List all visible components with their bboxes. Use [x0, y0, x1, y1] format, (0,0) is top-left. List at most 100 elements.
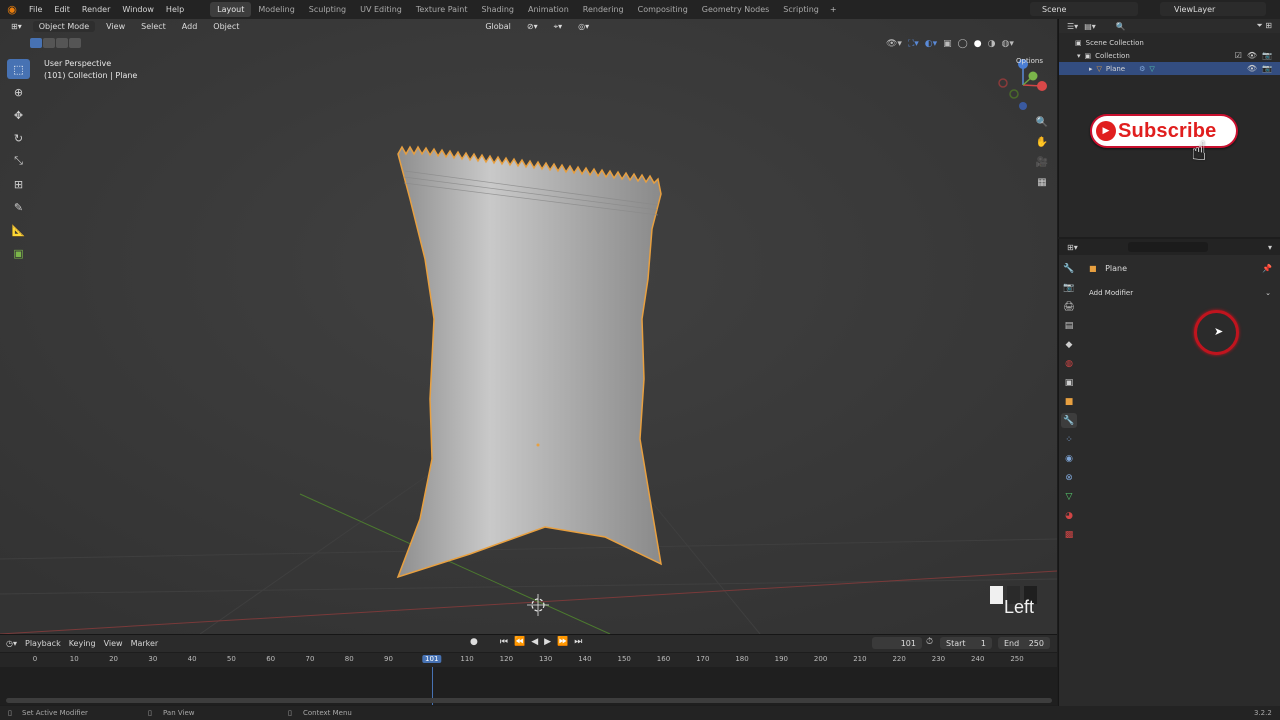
rotate-tool-icon[interactable]: ↻ — [7, 128, 30, 148]
add-workspace-icon[interactable]: + — [826, 5, 841, 14]
expand-arrow-icon[interactable]: ▸ — [1089, 65, 1093, 73]
tab-modeling[interactable]: Modeling — [251, 2, 301, 17]
rendered-shading-icon[interactable]: ◍▾ — [1001, 39, 1013, 49]
tab-texture-paint[interactable]: Texture Paint — [409, 2, 475, 17]
collapse-arrow-icon[interactable]: ▾ — [1077, 52, 1081, 60]
object-mode-dropdown[interactable]: Object Mode — [32, 21, 96, 32]
material-tab-icon[interactable]: ◕ — [1061, 508, 1077, 523]
outliner-row-collection[interactable]: ▾ ▣ Collection ☑ 👁 📷 — [1059, 49, 1280, 62]
collection-tab-icon[interactable]: ▣ — [1061, 375, 1077, 390]
next-keyframe-icon[interactable]: ⏩ — [557, 637, 568, 647]
timeline-ruler[interactable]: 0 10 20 30 40 50 60 70 80 90 101 110 120 130 140 150 160… — [0, 653, 1057, 667]
properties-options-icon[interactable]: ▾ — [1268, 243, 1280, 252]
prev-keyframe-icon[interactable]: ⏪ — [514, 637, 525, 647]
texture-tab-icon[interactable]: ▩ — [1061, 527, 1077, 542]
tab-rendering[interactable]: Rendering — [576, 2, 631, 17]
record-icon[interactable]: ● — [470, 637, 478, 647]
properties-editor-type-icon[interactable]: ⊞▾ — [1067, 243, 1078, 252]
select-new-icon[interactable] — [30, 38, 42, 48]
perspective-toggle-icon[interactable]: ▦ — [1034, 174, 1050, 190]
snap-icon[interactable]: ⌖▾ — [549, 21, 568, 33]
viewport-menu-object[interactable]: Object — [208, 21, 244, 32]
scale-tool-icon[interactable]: ⤡ — [7, 151, 30, 171]
zoom-icon[interactable]: 🔍 — [1034, 114, 1050, 130]
tool-tab-icon[interactable]: 🔧 — [1061, 261, 1077, 276]
play-reverse-icon[interactable]: ◀ — [531, 637, 538, 647]
xray-icon[interactable]: ▣ — [943, 39, 952, 49]
pan-hand-icon[interactable]: ✋ — [1034, 134, 1050, 150]
menu-file[interactable]: File — [23, 5, 48, 14]
world-tab-icon[interactable]: ◍ — [1061, 356, 1077, 371]
timeline-editor-type-icon[interactable]: ◷▾ — [6, 639, 17, 648]
subscribe-button[interactable]: ▶ Subscribe — [1090, 114, 1238, 148]
outliner-filter-icon[interactable]: ⏷ ⊞ — [1256, 21, 1280, 31]
hide-eye-icon[interactable]: 👁 — [1247, 51, 1257, 60]
editor-type-icon[interactable]: ⊞▾ — [6, 21, 27, 32]
select-subtract-icon[interactable] — [56, 38, 68, 48]
transform-orientation-dropdown[interactable]: Global — [480, 21, 516, 32]
particles-tab-icon[interactable]: ⁘ — [1061, 432, 1077, 447]
exclude-checkbox-icon[interactable]: ☑ — [1235, 51, 1242, 60]
add-cube-tool-icon[interactable]: ▣ — [7, 243, 30, 263]
menu-edit[interactable]: Edit — [48, 5, 76, 14]
gizmo-toggle-icon[interactable]: ⛶▾ — [908, 39, 919, 49]
jump-start-icon[interactable]: ⏮ — [500, 637, 508, 647]
timeline-menu-view[interactable]: View — [104, 639, 123, 648]
outliner-display-mode-icon[interactable]: ▤▾ — [1084, 22, 1096, 31]
menu-render[interactable]: Render — [76, 5, 116, 14]
material-shading-icon[interactable]: ◑ — [988, 39, 996, 49]
measure-tool-icon[interactable]: 📐 — [7, 220, 30, 240]
view-layer-tab-icon[interactable]: ▤ — [1061, 318, 1077, 333]
pin-icon[interactable]: 📌 — [1262, 264, 1272, 273]
stopwatch-icon[interactable]: ⏱ — [926, 637, 933, 647]
render-tab-icon[interactable]: 📷 — [1061, 280, 1077, 295]
tab-uv-editing[interactable]: UV Editing — [353, 2, 409, 17]
annotate-tool-icon[interactable]: ✎ — [7, 197, 30, 217]
tab-compositing[interactable]: Compositing — [631, 2, 695, 17]
properties-search-field[interactable] — [1127, 242, 1208, 252]
output-tab-icon[interactable]: 🖨 — [1061, 299, 1077, 314]
current-frame-field[interactable]: 101 — [872, 637, 922, 649]
outliner-search-icon[interactable]: 🔍 — [1116, 22, 1126, 31]
menu-window[interactable]: Window — [116, 5, 160, 14]
pivot-icon[interactable]: ⊘▾ — [522, 21, 543, 32]
wireframe-shading-icon[interactable]: ◯ — [958, 39, 968, 49]
tab-layout[interactable]: Layout — [210, 2, 252, 17]
options-dropdown[interactable]: Options — [1016, 57, 1043, 65]
plane-render-camera-icon[interactable]: 📷 — [1262, 64, 1272, 73]
timeline-menu-keying[interactable]: Keying — [69, 639, 96, 648]
camera-view-icon[interactable]: 🎥 — [1034, 154, 1050, 170]
select-intersect-icon[interactable] — [69, 38, 81, 48]
tab-shading[interactable]: Shading — [474, 2, 521, 17]
timeline-menu-marker[interactable]: Marker — [131, 639, 159, 648]
view-layer-selector[interactable]: ViewLayer — [1160, 2, 1266, 16]
select-box-tool-icon[interactable]: ⬚ — [7, 59, 30, 79]
viewport-menu-add[interactable]: Add — [177, 21, 203, 32]
constraints-tab-icon[interactable]: ⊗ — [1061, 470, 1077, 485]
proportional-edit-icon[interactable]: ◎▾ — [573, 21, 594, 32]
start-frame-field[interactable]: Start 1 — [940, 637, 992, 649]
modifier-tab-icon[interactable]: 🔧 — [1061, 413, 1077, 428]
tab-scripting[interactable]: Scripting — [776, 2, 826, 17]
cursor-tool-icon[interactable]: ⊕ — [7, 82, 30, 102]
end-frame-field[interactable]: End 250 — [998, 637, 1050, 649]
outliner-editor-type-icon[interactable]: ☰▾ — [1067, 22, 1078, 31]
scene-tab-icon[interactable]: ◆ — [1061, 337, 1077, 352]
plane-hide-eye-icon[interactable]: 👁 — [1247, 64, 1257, 73]
data-tab-icon[interactable]: ▽ — [1061, 489, 1077, 504]
overlay-toggle-icon[interactable]: ◐▾ — [925, 39, 937, 49]
timeline-scrollbar[interactable] — [6, 698, 1052, 703]
viewport-menu-select[interactable]: Select — [136, 21, 171, 32]
select-extend-icon[interactable] — [43, 38, 55, 48]
tab-animation[interactable]: Animation — [521, 2, 576, 17]
add-modifier-dropdown[interactable]: Add Modifier ⌄ — [1085, 286, 1275, 299]
tab-geometry-nodes[interactable]: Geometry Nodes — [695, 2, 776, 17]
viewport-menu-view[interactable]: View — [101, 21, 130, 32]
visibility-icon[interactable]: 👁▾ — [886, 39, 902, 49]
outliner-row-scene-collection[interactable]: ▣ Scene Collection — [1059, 36, 1280, 49]
physics-tab-icon[interactable]: ◉ — [1061, 451, 1077, 466]
chip-bag-mesh[interactable] — [396, 145, 662, 579]
solid-shading-icon[interactable]: ● — [974, 39, 982, 49]
tab-sculpting[interactable]: Sculpting — [302, 2, 353, 17]
play-icon-timeline[interactable]: ▶ — [544, 637, 551, 647]
